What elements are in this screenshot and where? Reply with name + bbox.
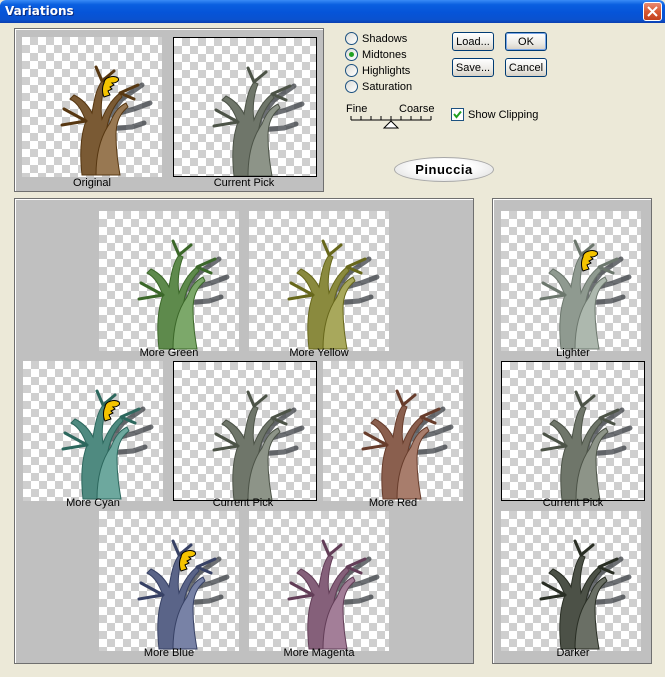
variation-tree-image	[61, 389, 154, 500]
variation-tree-image	[137, 239, 230, 350]
current-pick-caption: Current Pick	[213, 177, 275, 189]
radio-label: Midtones	[362, 48, 407, 61]
radio-label: Shadows	[362, 32, 408, 45]
variation-caption: More Green	[139, 347, 199, 359]
variation-thumbnail-more-blue[interactable]	[99, 511, 239, 651]
original-thumbnail	[22, 37, 162, 177]
variation-tree-image	[287, 539, 380, 650]
current-pick-thumbnail	[173, 37, 317, 177]
close-button[interactable]	[643, 2, 662, 21]
preview-panel: Original Current Pick	[14, 28, 324, 192]
brightness-tree-image	[539, 239, 632, 350]
range-option-saturation[interactable]: Saturation	[345, 80, 412, 93]
variation-tree-image	[212, 390, 305, 500]
variation-caption: More Blue	[143, 647, 195, 659]
radio-button[interactable]	[345, 32, 358, 45]
radio-button[interactable]	[345, 48, 358, 61]
check-icon	[453, 110, 462, 119]
variation-caption: More Magenta	[283, 647, 355, 659]
brightness-thumbnail-current-pick[interactable]	[501, 361, 645, 501]
variation-thumbnail-more-red[interactable]	[323, 361, 463, 501]
variation-tree-image	[137, 539, 230, 650]
radio-label: Highlights	[362, 64, 411, 77]
watermark-logo: Pinuccia	[394, 157, 494, 182]
pointing-hand-icon	[581, 250, 598, 272]
current-pick-tree-image	[212, 66, 305, 176]
slider-thumb[interactable]	[382, 120, 400, 129]
variation-caption: More Cyan	[66, 497, 120, 509]
range-option-shadows[interactable]: Shadows	[345, 32, 407, 45]
original-tree-image	[60, 65, 153, 176]
brightness-caption: Darker	[556, 647, 590, 659]
pointing-hand-icon	[102, 76, 119, 98]
brightness-tree-image	[540, 390, 633, 500]
brightness-thumbnail-darker[interactable]	[501, 511, 641, 651]
brightness-caption: Current Pick	[542, 497, 604, 509]
load-button[interactable]: Load...	[452, 32, 494, 51]
pointing-hand-icon	[103, 400, 120, 422]
variation-caption: Current Pick	[212, 497, 274, 509]
brightness-tree-image	[539, 539, 632, 650]
brightness-panel: Lighter Current Pick Darker	[492, 198, 652, 664]
fine-coarse-slider[interactable]	[350, 114, 432, 130]
variation-tree-image	[287, 239, 380, 350]
variation-thumbnail-current-pick[interactable]	[173, 361, 317, 501]
radio-button[interactable]	[345, 80, 358, 93]
brightness-caption: Lighter	[556, 347, 590, 359]
close-icon	[647, 6, 658, 17]
variation-tree-image	[361, 389, 454, 500]
cancel-button[interactable]: Cancel	[505, 58, 547, 77]
radio-label: Saturation	[362, 80, 413, 93]
window-title: Variations	[5, 4, 74, 18]
variation-thumbnail-more-cyan[interactable]	[23, 361, 163, 501]
variation-thumbnail-more-magenta[interactable]	[249, 511, 389, 651]
show-clipping-label: Show Clipping	[468, 108, 539, 121]
original-caption: Original	[73, 177, 111, 189]
radio-button[interactable]	[345, 64, 358, 77]
save-button[interactable]: Save...	[452, 58, 494, 77]
variation-thumbnail-more-yellow[interactable]	[249, 211, 389, 351]
variation-caption: More Red	[368, 497, 418, 509]
title-bar: Variations	[0, 0, 665, 23]
variation-caption: More Yellow	[289, 347, 349, 359]
show-clipping-checkbox[interactable]	[451, 108, 464, 121]
variation-thumbnail-more-green[interactable]	[99, 211, 239, 351]
brightness-thumbnail-lighter[interactable]	[501, 211, 641, 351]
range-option-midtones[interactable]: Midtones	[345, 48, 407, 61]
range-option-highlights[interactable]: Highlights	[345, 64, 410, 77]
ok-button[interactable]: OK	[505, 32, 547, 51]
pointing-hand-icon	[179, 550, 196, 572]
hue-variations-panel: More Green More Yellow More Cyan Current Pi…	[14, 198, 474, 664]
show-clipping-row[interactable]: Show Clipping	[451, 108, 538, 121]
